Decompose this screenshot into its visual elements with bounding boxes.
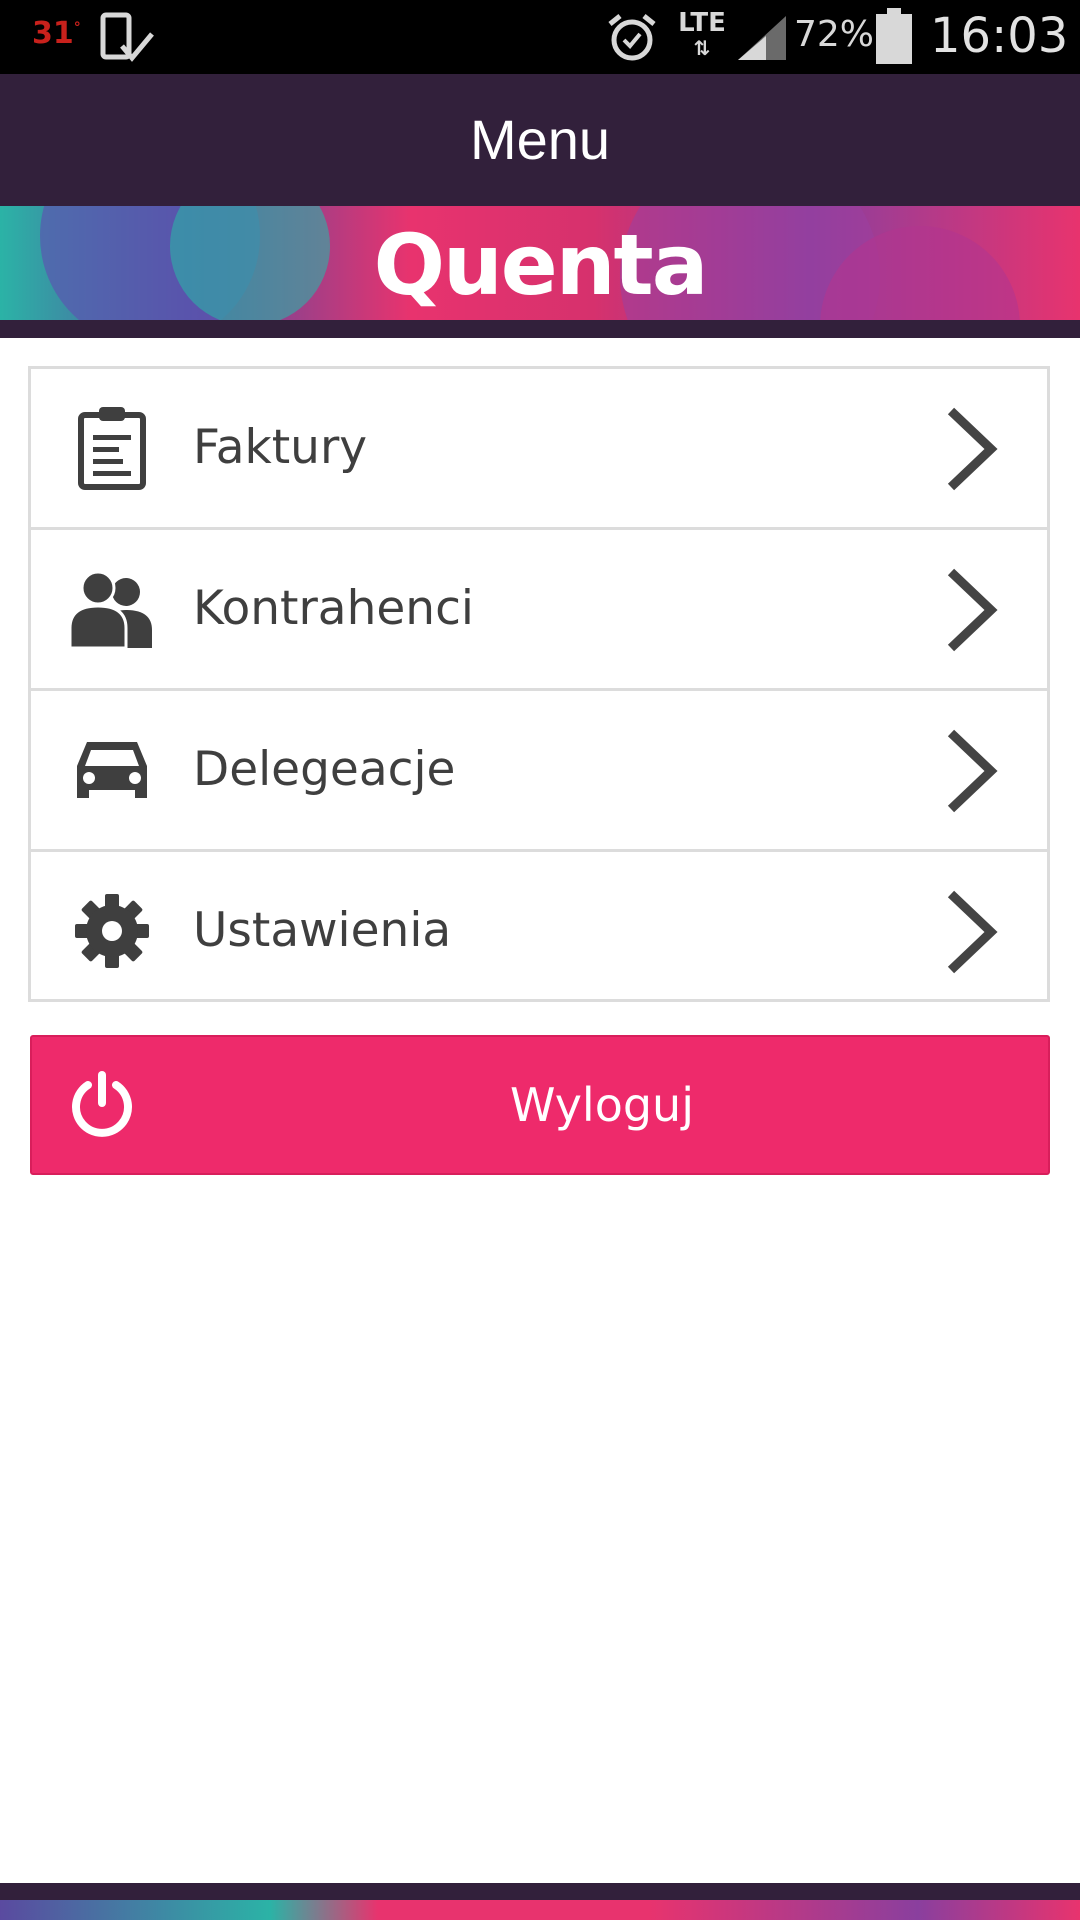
clock: 16:03 xyxy=(930,8,1069,64)
quenta-logo: Quenta xyxy=(373,216,709,314)
lte-label: LTE xyxy=(678,8,726,38)
clipboard-icon xyxy=(67,403,157,493)
header-bar: Menu xyxy=(0,74,1080,206)
car-icon xyxy=(67,725,157,815)
screen: 31° LTE ⇅ 72% 16:03 Menu Quenta Faktury … xyxy=(0,0,1080,1920)
menu-item-label: Ustawienia xyxy=(193,903,452,958)
signal-icon xyxy=(738,16,786,65)
banner-divider xyxy=(0,320,1080,338)
alarm-icon xyxy=(606,12,658,69)
lte-icon: LTE ⇅ xyxy=(674,8,730,66)
phone-check-icon xyxy=(100,12,156,69)
chevron-right-icon xyxy=(945,890,999,979)
logout-button[interactable]: Wyloguj xyxy=(30,1035,1050,1175)
menu-item-label: Kontrahenci xyxy=(193,581,474,636)
menu-item-delegeacje[interactable]: Delegeacje xyxy=(31,691,1047,852)
menu-item-label: Faktury xyxy=(193,420,368,475)
menu-item-label: Delegeacje xyxy=(193,742,456,797)
temperature-value: 31 xyxy=(32,16,74,51)
menu-list: Faktury Kontrahenci Delegeacje Ustawieni… xyxy=(28,366,1050,1002)
chevron-right-icon xyxy=(945,729,999,818)
weather-temperature: 31° xyxy=(32,16,81,51)
users-icon xyxy=(67,564,157,654)
page-title: Menu xyxy=(469,108,611,171)
logout-label: Wyloguj xyxy=(510,1078,694,1132)
menu-item-faktury[interactable]: Faktury xyxy=(31,369,1047,530)
footer-divider xyxy=(0,1883,1080,1901)
data-arrows-icon: ⇅ xyxy=(693,36,711,60)
status-bar: 31° LTE ⇅ 72% 16:03 xyxy=(0,0,1080,74)
chevron-right-icon xyxy=(945,407,999,496)
menu-item-kontrahenci[interactable]: Kontrahenci xyxy=(31,530,1047,691)
temperature-unit: ° xyxy=(73,20,81,36)
footer-banner xyxy=(0,1900,1080,1920)
brand-banner: Quenta xyxy=(0,206,1080,320)
gear-icon xyxy=(67,886,157,976)
menu-item-ustawienia[interactable]: Ustawienia xyxy=(31,852,1047,1010)
battery-icon xyxy=(876,8,912,69)
chevron-right-icon xyxy=(945,568,999,657)
battery-percent: 72% xyxy=(794,14,875,55)
